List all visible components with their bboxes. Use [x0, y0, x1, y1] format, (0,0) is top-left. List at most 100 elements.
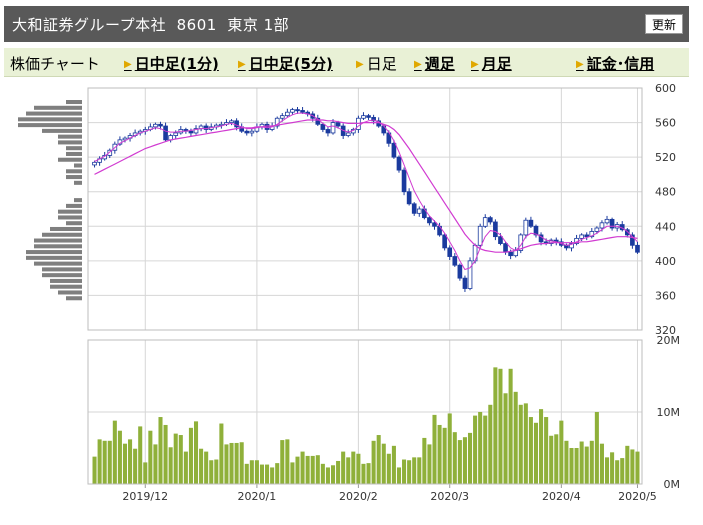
volume-profile-bar: [50, 284, 82, 289]
candle-up: [249, 130, 255, 134]
date-tick-label: 2020/4: [542, 490, 581, 503]
volume-bar: [620, 458, 625, 484]
volume-bar: [285, 439, 290, 484]
volume-bar: [457, 440, 462, 484]
volume-bar: [330, 465, 336, 484]
volume-bar: [168, 447, 173, 484]
volume-bar: [473, 415, 478, 484]
volume-bar: [452, 432, 457, 484]
candle-down: [503, 243, 508, 253]
volume-bar: [336, 460, 341, 484]
volume-bar: [615, 460, 620, 484]
volume-bar: [138, 426, 143, 484]
candle-down: [528, 219, 534, 227]
candle-up: [285, 111, 290, 117]
candle-down: [635, 244, 640, 253]
date-tick-label: 2020/2: [339, 490, 378, 503]
volume-bar: [513, 391, 518, 484]
volume-bar: [533, 422, 539, 484]
volume-bar: [579, 441, 584, 484]
volume-axis: 0M 10M 20M: [657, 334, 681, 491]
candle-up: [290, 109, 295, 113]
volume-bar: [508, 368, 513, 484]
volume-bar: [270, 467, 275, 484]
volume-bar: [346, 457, 351, 484]
candle-up: [229, 120, 234, 123]
volume-profile-bar: [34, 105, 82, 110]
candle-up: [482, 217, 488, 227]
volume-profile-bar: [66, 169, 82, 174]
volume-bar: [442, 427, 447, 484]
price-tick-label: 400: [655, 255, 676, 268]
volume-profile-bar: [50, 278, 82, 283]
volume-profile-bar: [26, 250, 82, 255]
volume-bar: [148, 430, 153, 484]
candle-down: [452, 256, 458, 266]
volume-bar: [128, 439, 133, 484]
price-volume-profile: [18, 100, 82, 301]
volume-bar: [478, 412, 483, 484]
candle-down: [320, 123, 326, 130]
volume-bar: [523, 403, 528, 484]
volume-bar: [356, 453, 361, 484]
candle-down: [584, 234, 590, 238]
volume-bar: [219, 423, 224, 484]
volume-bar: [173, 433, 178, 484]
volume-profile-bar: [42, 128, 82, 133]
volume-bar: [599, 443, 604, 484]
volume-bar: [351, 451, 356, 484]
price-tick-label: 440: [655, 220, 676, 233]
candle-up: [579, 234, 584, 239]
volume-bar: [427, 444, 432, 484]
candle-down: [188, 130, 194, 134]
volume-profile-bar: [58, 209, 82, 214]
volume-bar: [234, 442, 239, 484]
volume-bar: [493, 367, 498, 484]
volume-bar: [300, 451, 305, 484]
volume-bar: [320, 463, 325, 484]
volume-bar: [325, 467, 330, 484]
volume-tick-label: 0M: [664, 478, 681, 491]
volume-profile-bar: [66, 151, 82, 156]
price-tick-label: 360: [655, 289, 676, 302]
candle-down: [300, 110, 305, 113]
volume-bar: [396, 467, 402, 484]
candle-down: [244, 130, 250, 134]
candle-down: [401, 169, 407, 193]
volume-profile-bar: [66, 100, 82, 105]
volume-bar: [158, 417, 163, 484]
candle-down: [406, 191, 412, 205]
volume-bar: [92, 456, 97, 484]
volume-bar: [518, 404, 523, 484]
volume-bar: [361, 463, 366, 484]
candle-down: [498, 236, 503, 244]
volume-bar: [630, 449, 635, 484]
volume-profile-bar: [26, 255, 82, 260]
volume-bar: [462, 437, 467, 484]
volume-profile-bar: [74, 198, 82, 203]
volume-bar: [239, 442, 244, 484]
candle-up: [599, 222, 605, 229]
volume-bar: [539, 409, 544, 484]
volume-bar: [503, 393, 508, 484]
price-tick-label: 520: [655, 151, 676, 164]
volume-bar: [102, 440, 107, 484]
volume-bars: [92, 367, 640, 484]
volume-profile-bar: [34, 261, 82, 266]
volume-profile-bar: [66, 203, 82, 208]
volume-bar: [402, 459, 407, 484]
volume-bar: [153, 444, 158, 484]
candle-up: [153, 123, 158, 128]
volume-bar: [122, 443, 128, 484]
candle-down: [295, 109, 300, 112]
candle-down: [335, 122, 341, 127]
volume-bar: [188, 427, 193, 484]
candle-down: [325, 129, 331, 134]
volume-profile-bar: [42, 273, 82, 278]
volume-bar: [183, 451, 188, 484]
candle-down: [411, 203, 417, 214]
volume-profile-bar: [50, 226, 82, 232]
candle-down: [462, 277, 468, 289]
price-axis: 320360400440480520560600: [655, 82, 676, 337]
volume-tick-label: 20M: [657, 334, 681, 347]
